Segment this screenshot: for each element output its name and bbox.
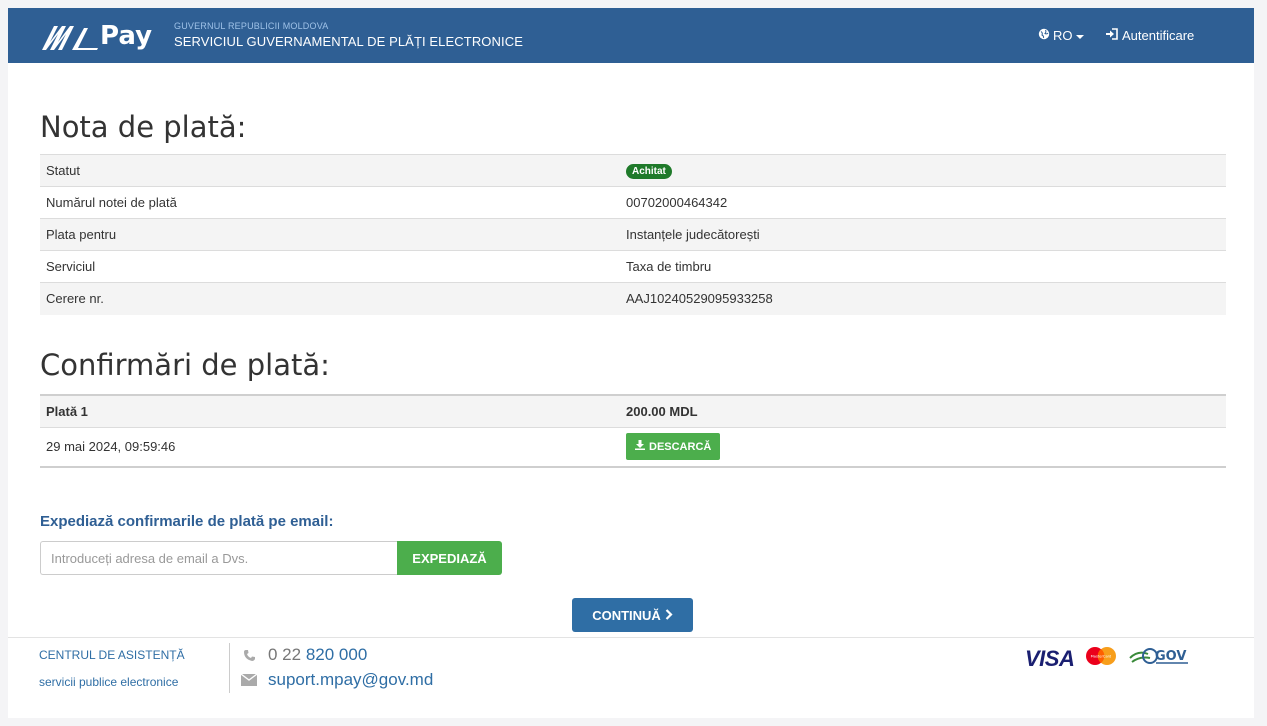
row-label: Serviciul (40, 250, 620, 283)
gov-logo: GOV (1128, 644, 1192, 673)
payment-date: 29 mai 2024, 09:59:46 (40, 426, 620, 468)
email-address: suport.mpay@gov.md (268, 670, 434, 689)
table-row: Numărul notei de plată 00702000464342 (40, 186, 1226, 219)
footer-separator (229, 643, 230, 693)
page: Pay GUVERNUL REPUBLICII MOLDOVA SERVICIU… (8, 8, 1254, 718)
table-row: Plata pentru Instanțele judecătorești (40, 218, 1226, 251)
status-badge: Achitat (626, 164, 672, 179)
invoice-table: Statut Achitat Numărul notei de plată 00… (40, 154, 1226, 315)
footer-divider (8, 637, 1254, 638)
table-row: Cerere nr. AAJ10240529095933258 (40, 282, 1226, 315)
gov-text: GOV (1155, 649, 1186, 664)
mpay-logo-graphic: Pay (42, 21, 152, 51)
payment-amount: 200.00 MDL (620, 394, 1226, 427)
login-link[interactable]: Autentificare (1105, 28, 1194, 43)
globe-icon (1038, 28, 1050, 43)
row-value: Taxa de timbru (620, 250, 1226, 283)
login-label: Autentificare (1122, 28, 1195, 43)
invoice-title: Nota de plată: (40, 110, 247, 144)
row-label: Cerere nr. (40, 282, 620, 315)
download-cell: DESCARCĂ (620, 426, 1226, 468)
support-phone[interactable]: 0 22 820 000 (240, 645, 367, 665)
row-value: AAJ10240529095933258 (620, 282, 1226, 315)
confirmations-table: Plată 1 200.00 MDL 29 mai 2024, 09:59:46… (40, 394, 1226, 468)
table-row: Plată 1 200.00 MDL (40, 394, 1226, 427)
email-section-label: Expediază confirmarile de plată pe email… (40, 513, 334, 530)
sign-in-icon (1105, 28, 1118, 43)
table-row: 29 mai 2024, 09:59:46 DESCARCĂ (40, 426, 1226, 468)
row-label: Numărul notei de plată (40, 186, 620, 219)
confirmations-title: Confirmări de plată: (40, 348, 330, 382)
email-input[interactable] (40, 541, 398, 575)
phone-icon (240, 649, 258, 662)
row-label: Statut (40, 154, 620, 187)
brand-text: Pay (100, 21, 152, 51)
download-label: DESCARCĂ (649, 440, 712, 453)
visa-logo: VISA (1025, 645, 1075, 671)
row-value: Achitat (620, 154, 1226, 187)
mpay-logo[interactable]: Pay (40, 18, 170, 54)
send-email-button[interactable]: EXPEDIAZĂ (397, 541, 502, 575)
help-center-subtitle: servicii publice electronice (39, 675, 179, 689)
chevron-right-icon (665, 608, 673, 623)
government-label: GUVERNUL REPUBLICII MOLDOVA (174, 21, 329, 31)
top-navbar: Pay GUVERNUL REPUBLICII MOLDOVA SERVICIU… (8, 8, 1254, 63)
phone-number: 820 000 (305, 645, 368, 664)
help-center-title: CENTRUL DE ASISTENȚĂ (39, 648, 185, 662)
download-button[interactable]: DESCARCĂ (626, 433, 721, 461)
continue-button[interactable]: CONTINUĂ (572, 598, 693, 632)
language-selector[interactable]: RO (1038, 28, 1084, 43)
mastercard-text: MasterCard (1091, 655, 1112, 659)
language-label: RO (1053, 28, 1073, 43)
payment-label: Plată 1 (40, 394, 620, 427)
download-icon (635, 440, 645, 453)
row-label: Plata pentru (40, 218, 620, 251)
table-row: Serviciul Taxa de timbru (40, 250, 1226, 283)
continue-label: CONTINUĂ (592, 607, 661, 623)
support-email[interactable]: suport.mpay@gov.md (240, 670, 433, 690)
service-title: SERVICIUL GUVERNAMENTAL DE PLĂȚI ELECTRO… (174, 34, 523, 49)
table-row: Statut Achitat (40, 154, 1226, 187)
phone-prefix: 0 22 (268, 645, 302, 664)
caret-down-icon (1075, 28, 1084, 43)
payment-logos: VISA MasterCard GOV (1025, 644, 1192, 673)
row-value: 00702000464342 (620, 186, 1226, 219)
envelope-icon (240, 674, 258, 686)
row-value: Instanțele judecătorești (620, 218, 1226, 251)
mastercard-logo: MasterCard (1084, 646, 1118, 671)
